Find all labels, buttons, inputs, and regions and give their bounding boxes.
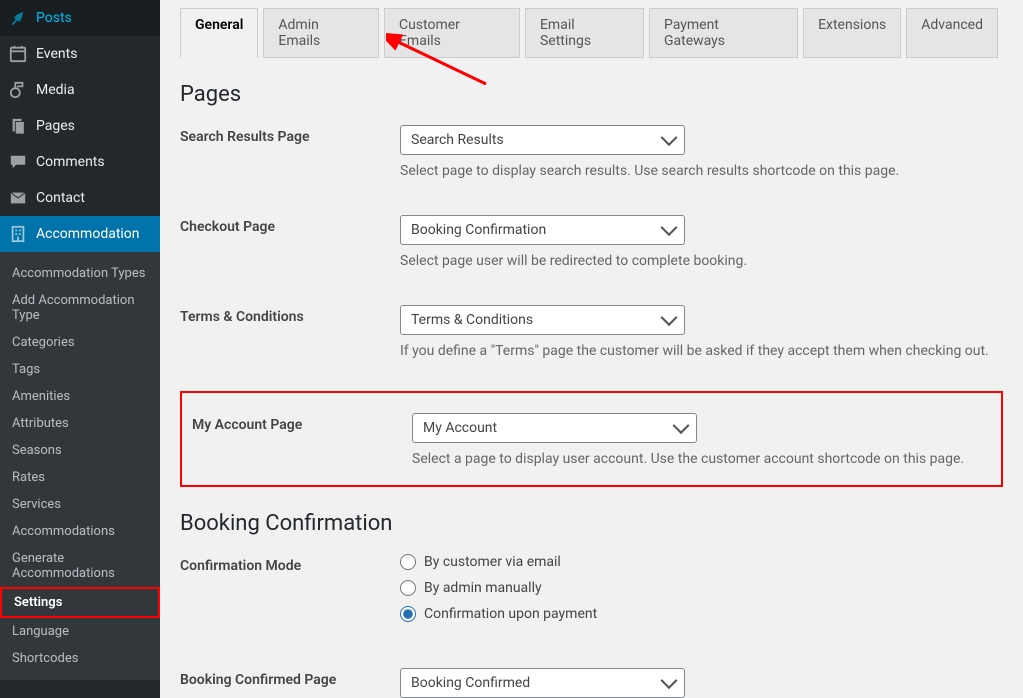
- sidebar-item-posts[interactable]: Posts: [0, 0, 160, 36]
- submenu-item-settings[interactable]: Settings: [0, 587, 160, 618]
- select-search-results-page[interactable]: Search Results: [400, 125, 685, 155]
- form-label: Search Results Page: [180, 125, 400, 145]
- submenu-item-amenities[interactable]: Amenities: [0, 383, 160, 410]
- highlighted-row: My Account PageMy Account Select a page t…: [180, 391, 1003, 487]
- select-booking-confirmed-page[interactable]: Booking Confirmed: [400, 668, 685, 698]
- sidebar-item-label: Pages: [36, 118, 75, 134]
- tab-payment-gateways[interactable]: Payment Gateways: [649, 8, 798, 58]
- admin-sidebar: Posts Events Media Pages Comments Contact Acco…: [0, 0, 160, 698]
- page-icon: [8, 116, 28, 136]
- sidebar-item-label: Accommodation: [36, 226, 140, 242]
- form-label: My Account Page: [192, 413, 412, 433]
- form-label: Checkout Page: [180, 215, 400, 235]
- sidebar-item-accommodation[interactable]: Accommodation: [0, 216, 160, 252]
- submenu-item-tags[interactable]: Tags: [0, 356, 160, 383]
- settings-tabs: GeneralAdmin EmailsCustomer EmailsEmail …: [180, 8, 1003, 58]
- settings-content: GeneralAdmin EmailsCustomer EmailsEmail …: [160, 0, 1023, 698]
- radio-label: By admin manually: [424, 580, 542, 596]
- helper-text: Select a page to display user account. U…: [412, 451, 991, 467]
- sidebar-item-media[interactable]: Media: [0, 72, 160, 108]
- row-terms-conditions: Terms & ConditionsTerms & Conditions If y…: [180, 301, 1003, 363]
- tab-email-settings[interactable]: Email Settings: [525, 8, 644, 58]
- submenu-item-services[interactable]: Services: [0, 491, 160, 518]
- submenu-item-shortcodes[interactable]: Shortcodes: [0, 645, 160, 672]
- sidebar-item-pages[interactable]: Pages: [0, 108, 160, 144]
- row-booking-confirmed-page: Booking Confirmed Page Booking Confirmed…: [180, 664, 1003, 698]
- radio-row: By customer via email: [400, 554, 1003, 570]
- pin-icon: [8, 8, 28, 28]
- calendar-icon: [8, 44, 28, 64]
- confirmation-mode-options: By customer via email By admin manually Co…: [400, 554, 1003, 632]
- submenu-item-language[interactable]: Language: [0, 618, 160, 645]
- submenu-item-seasons[interactable]: Seasons: [0, 437, 160, 464]
- helper-text: If you define a "Terms" page the custome…: [400, 343, 1003, 359]
- accommodation-submenu: Accommodation TypesAdd Accommodation Typ…: [0, 252, 160, 680]
- sidebar-item-events[interactable]: Events: [0, 36, 160, 72]
- sidebar-item-label: Comments: [36, 154, 105, 170]
- select-checkout-page[interactable]: Booking Confirmation: [400, 215, 685, 245]
- sidebar-item-comments[interactable]: Comments: [0, 144, 160, 180]
- row-my-account-page: My Account PageMy Account Select a page t…: [192, 409, 991, 471]
- radio-row: Confirmation upon payment: [400, 606, 1003, 622]
- radio-by-admin-manually[interactable]: [400, 580, 416, 596]
- tab-general[interactable]: General: [180, 8, 258, 58]
- helper-text: Select page to display search results. U…: [400, 163, 1003, 179]
- row-checkout-page: Checkout PageBooking Confirmation Select …: [180, 211, 1003, 273]
- label-confirmation-mode: Confirmation Mode: [180, 554, 400, 574]
- label-booking-confirmed-page: Booking Confirmed Page: [180, 668, 400, 688]
- submenu-item-rates[interactable]: Rates: [0, 464, 160, 491]
- form-label: Terms & Conditions: [180, 305, 400, 325]
- building-icon: [8, 224, 28, 244]
- row-confirmation-mode: Confirmation Mode By customer via emailB…: [180, 550, 1003, 636]
- submenu-item-add-accommodation-type[interactable]: Add Accommodation Type: [0, 287, 160, 329]
- mail-icon: [8, 188, 28, 208]
- submenu-item-generate-accommodations[interactable]: Generate Accommodations: [0, 545, 160, 587]
- submenu-item-attributes[interactable]: Attributes: [0, 410, 160, 437]
- radio-label: Confirmation upon payment: [424, 606, 597, 622]
- section-heading-booking: Booking Confirmation: [180, 511, 1003, 536]
- media-icon: [8, 80, 28, 100]
- radio-by-customer-via-email[interactable]: [400, 554, 416, 570]
- sidebar-item-label: Contact: [36, 190, 85, 206]
- tab-customer-emails[interactable]: Customer Emails: [384, 8, 520, 58]
- submenu-item-accommodations[interactable]: Accommodations: [0, 518, 160, 545]
- sidebar-item-label: Events: [36, 46, 77, 62]
- radio-row: By admin manually: [400, 580, 1003, 596]
- tab-admin-emails[interactable]: Admin Emails: [263, 8, 379, 58]
- sidebar-item-contact[interactable]: Contact: [0, 180, 160, 216]
- select-terms-conditions[interactable]: Terms & Conditions: [400, 305, 685, 335]
- sidebar-item-label: Media: [36, 82, 75, 98]
- radio-confirmation-upon-payment[interactable]: [400, 606, 416, 622]
- tab-extensions[interactable]: Extensions: [803, 8, 901, 58]
- row-search-results-page: Search Results PageSearch Results Select …: [180, 121, 1003, 183]
- comment-icon: [8, 152, 28, 172]
- radio-label: By customer via email: [424, 554, 561, 570]
- submenu-item-categories[interactable]: Categories: [0, 329, 160, 356]
- select-my-account-page[interactable]: My Account: [412, 413, 697, 443]
- section-heading-pages: Pages: [180, 82, 1003, 107]
- tab-advanced[interactable]: Advanced: [906, 8, 998, 58]
- helper-text: Select page user will be redirected to c…: [400, 253, 1003, 269]
- sidebar-item-label: Posts: [36, 10, 72, 26]
- submenu-item-accommodation-types[interactable]: Accommodation Types: [0, 260, 160, 287]
